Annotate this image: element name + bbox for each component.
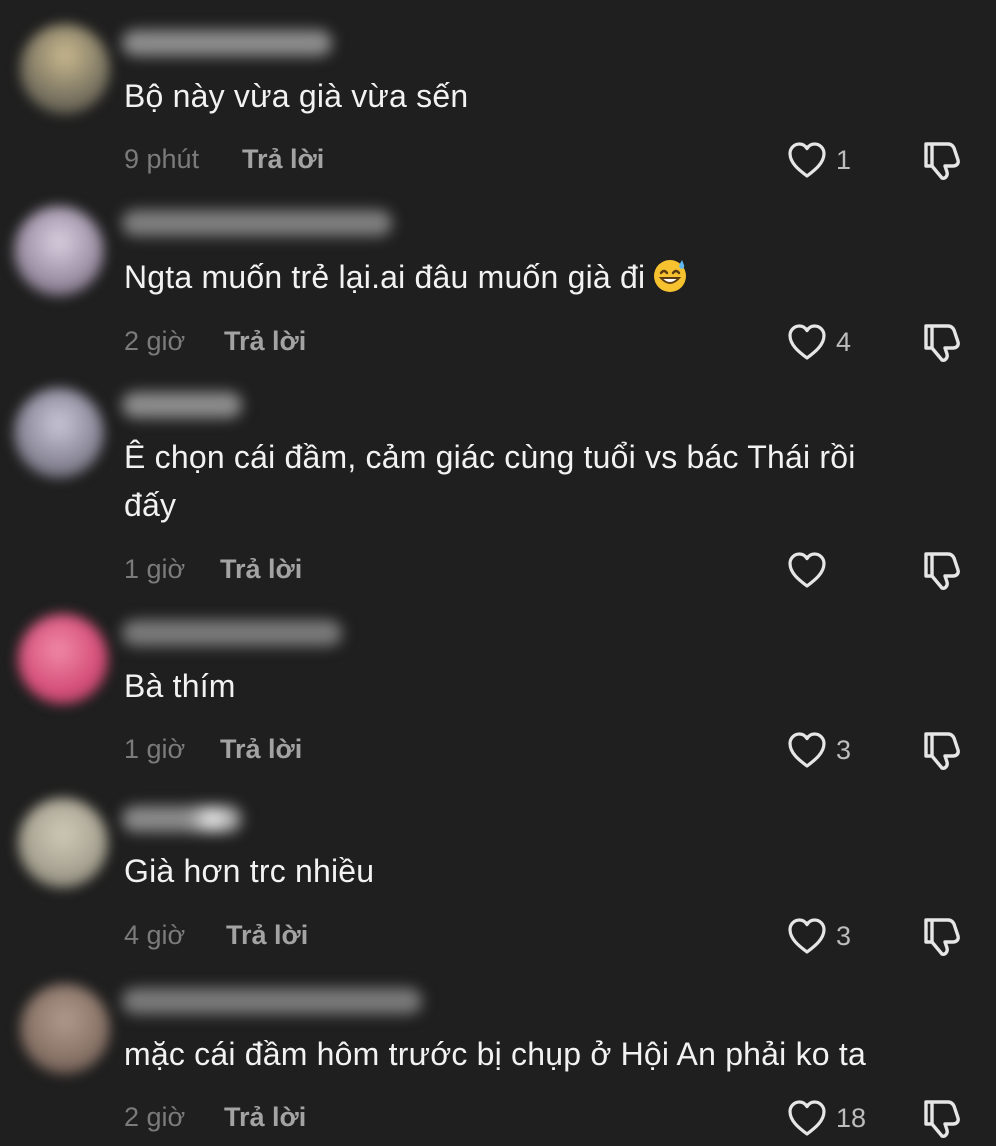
heart-outline-icon[interactable]	[786, 916, 828, 956]
username[interactable]	[122, 620, 342, 646]
reply-button[interactable]: Trả lời	[224, 1102, 306, 1133]
avatar[interactable]	[14, 388, 104, 478]
thumbs-down-outline-icon[interactable]	[918, 138, 964, 182]
avatar[interactable]	[14, 206, 104, 296]
like-count: 3	[836, 735, 852, 765]
username[interactable]	[122, 806, 242, 832]
comment-timestamp: 1 giờ	[124, 554, 186, 584]
avatar[interactable]	[18, 614, 108, 704]
comment-text: Ngta muốn trẻ lại.ai đâu muốn già đi	[124, 253, 689, 301]
avatar[interactable]	[20, 24, 110, 114]
comment-text-content: Ngta muốn trẻ lại.ai đâu muốn già đi	[124, 259, 646, 295]
comment-text: Bà thím	[124, 668, 236, 704]
comment-text: Bộ này vừa già vừa sến	[124, 78, 469, 114]
comment-text: Già hơn trc nhiều	[124, 853, 375, 889]
comment-text-line-2: đấy	[124, 487, 177, 523]
thumbs-down-outline-icon[interactable]	[918, 728, 964, 772]
reply-button[interactable]: Trả lời	[224, 326, 306, 357]
comment-text: mặc cái đầm hôm trước bị chụp ở Hội An p…	[124, 1036, 866, 1072]
comment-text-line-1: Ê chọn cái đầm, cảm giác cùng tuổi vs bá…	[124, 439, 856, 475]
comment-timestamp: 9 phút	[124, 144, 200, 174]
username[interactable]	[122, 30, 332, 56]
like-count: 18	[836, 1103, 867, 1133]
username[interactable]	[122, 210, 392, 236]
like-count: 4	[836, 327, 852, 357]
thumbs-down-outline-icon[interactable]	[918, 320, 964, 364]
comment-timestamp: 4 giờ	[124, 920, 186, 950]
comments-screen: { "comments": [ { "text": "Bộ này vừa gi…	[0, 0, 996, 1146]
sweat-smile-emoji-icon	[654, 260, 687, 292]
comment-timestamp: 2 giờ	[124, 1102, 186, 1132]
like-count: 1	[836, 145, 852, 175]
reply-button[interactable]: Trả lời	[242, 144, 324, 175]
heart-outline-icon[interactable]	[786, 322, 828, 362]
thumbs-down-outline-icon[interactable]	[918, 914, 964, 958]
reply-button[interactable]: Trả lời	[220, 734, 302, 765]
avatar[interactable]	[20, 984, 110, 1074]
heart-outline-icon[interactable]	[786, 1098, 828, 1138]
comment-timestamp: 1 giờ	[124, 734, 186, 764]
comment-timestamp: 2 giờ	[124, 326, 186, 356]
like-count: 3	[836, 921, 852, 951]
thumbs-down-outline-icon[interactable]	[918, 548, 964, 592]
heart-outline-icon[interactable]	[786, 140, 828, 180]
reply-button[interactable]: Trả lời	[220, 554, 302, 585]
heart-outline-icon[interactable]	[786, 550, 828, 590]
username[interactable]	[122, 392, 242, 418]
username[interactable]	[122, 988, 422, 1014]
avatar[interactable]	[18, 798, 108, 888]
heart-outline-icon[interactable]	[786, 730, 828, 770]
thumbs-down-outline-icon[interactable]	[918, 1096, 964, 1140]
reply-button[interactable]: Trả lời	[226, 920, 308, 951]
